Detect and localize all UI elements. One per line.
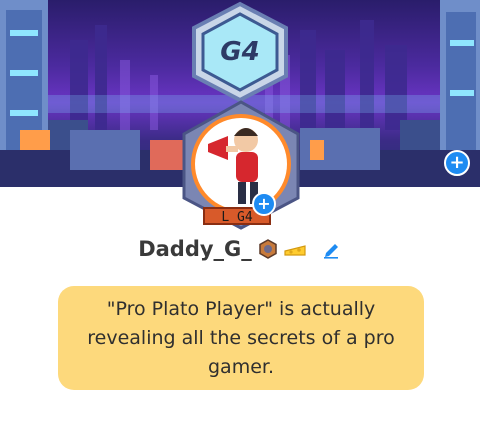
plus-icon: +: [257, 194, 271, 213]
pencil-icon: [323, 244, 338, 259]
change-banner-button[interactable]: +: [444, 150, 470, 176]
emblem-label: G4: [220, 37, 259, 67]
avatar-frame[interactable]: L G4: [180, 100, 302, 230]
hexagon-badge-icon: [259, 239, 277, 259]
level-plate-label: L G4: [221, 210, 252, 225]
cheese-badge-icon: [284, 245, 306, 256]
plus-icon: +: [449, 152, 465, 173]
change-avatar-button[interactable]: +: [252, 192, 276, 216]
username-row: Daddy_G_: [0, 234, 480, 264]
bio-text: "Pro Plato Player" is actually revealing…: [58, 286, 424, 390]
username: Daddy_G_: [138, 237, 252, 261]
avatar: L G4: [182, 100, 300, 230]
edit-profile-button[interactable]: [322, 239, 342, 259]
